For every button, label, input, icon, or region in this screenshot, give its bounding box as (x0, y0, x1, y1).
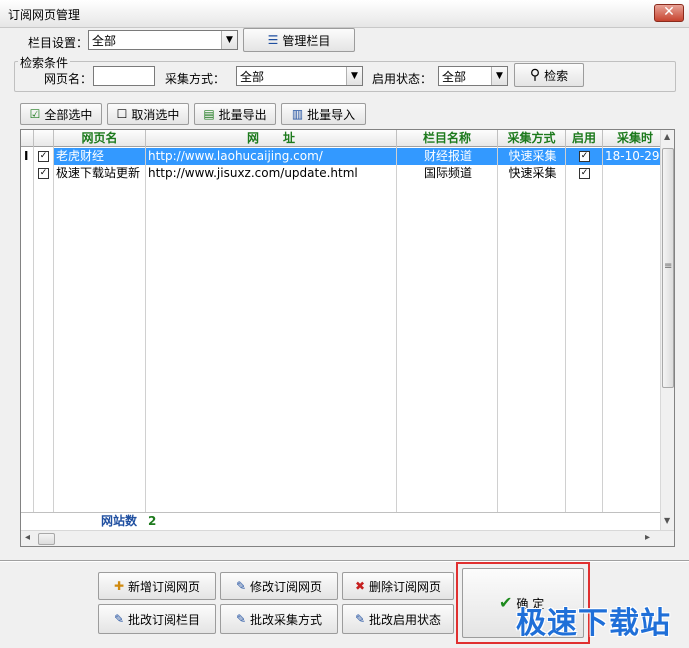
batch-import-label: 批量导入 (307, 107, 356, 122)
header-url[interactable]: 网 址 (146, 130, 397, 147)
header-indicator (21, 130, 34, 147)
search-icon: ⚲ (529, 67, 541, 83)
collect-mode-label: 采集方式： (165, 72, 226, 86)
header-collect-time[interactable]: 采集时 (603, 130, 661, 147)
row-url: http://www.laohucaijing.com/ (146, 148, 396, 165)
subscription-grid[interactable]: 网页名 网 址 栏目名称 采集方式 启用 采集时 I ✓ 老虎财经 http:/… (20, 129, 675, 547)
batch-import-button[interactable]: ▥ 批量导入 (281, 103, 366, 125)
title-bar (0, 0, 689, 28)
list-icon: ☰ (267, 33, 279, 47)
chevron-down-icon: ▼ (491, 67, 507, 85)
header-column-name[interactable]: 栏目名称 (397, 130, 498, 147)
chevron-down-icon: ▼ (346, 67, 362, 85)
row-collect-time: 18-10-29 1 (603, 148, 661, 165)
scroll-up-icon[interactable]: ▲ (664, 132, 670, 141)
column-select-value: 全部 (92, 33, 117, 48)
row-page-name: 老虎财经 (54, 148, 145, 165)
row-checkbox[interactable]: ✓ (38, 151, 49, 162)
edit-page-label: 修改订阅网页 (250, 579, 323, 594)
delete-page-button[interactable]: ✖ 删除订阅网页 (342, 572, 454, 600)
grip-icon: ≡ (664, 261, 673, 272)
row-collect-mode: 快速采集 (508, 166, 557, 180)
header-collect-mode[interactable]: 采集方式 (498, 130, 566, 147)
add-page-icon: ✚ (113, 579, 125, 593)
scroll-left-icon[interactable]: ◂ (25, 532, 30, 543)
horizontal-scroll-thumb[interactable] (38, 533, 55, 545)
deselect-label: 取消选中 (131, 107, 180, 122)
header-enabled[interactable]: 启用 (566, 130, 603, 147)
delete-icon: ✖ (354, 579, 366, 593)
row-collect-mode: 快速采集 (498, 148, 565, 165)
site-count-value: 2 (148, 514, 157, 528)
watermark-logo: 极速下载站 (516, 606, 671, 641)
close-button[interactable]: ✕ (654, 4, 684, 22)
search-group-title: 检索条件 (18, 54, 71, 71)
row-enabled-checkbox[interactable]: ✓ (579, 151, 590, 162)
row-checkbox[interactable]: ✓ (38, 168, 49, 179)
enable-status-select[interactable]: 全部 ▼ (438, 66, 508, 86)
row-column-name: 财经报道 (397, 148, 497, 165)
horizontal-scrollbar[interactable]: ◂ ▸ (21, 530, 674, 546)
enable-status-label: 启用状态： (372, 72, 433, 86)
table-row[interactable]: ✓ 极速下载站更新 http://www.jisuxz.com/update.h… (21, 165, 661, 182)
grid-header: 网页名 网 址 栏目名称 采集方式 启用 采集时 (21, 130, 661, 147)
collect-mode-select[interactable]: 全部 ▼ (236, 66, 363, 86)
site-count-label: 网站数 (100, 514, 137, 528)
vertical-scroll-thumb[interactable]: ≡ (662, 148, 674, 388)
batch-enable-button[interactable]: ✎ 批改启用状态 (342, 604, 454, 634)
batch-export-button[interactable]: ▤ 批量导出 (194, 103, 276, 125)
row-column-name: 国际频道 (423, 166, 472, 180)
batch-mode-label: 批改采集方式 (250, 612, 323, 627)
column-select[interactable]: 全部 ▼ (88, 30, 238, 50)
edit-enable-icon: ✎ (354, 612, 366, 626)
select-all-button[interactable]: ☑ 全部选中 (20, 103, 102, 125)
select-all-label: 全部选中 (44, 107, 93, 122)
row-page-name: 极速下载站更新 (56, 166, 141, 180)
manage-column-label: 管理栏目 (282, 33, 331, 48)
row-enabled-checkbox[interactable]: ✓ (579, 168, 590, 179)
row-url: http://www.jisuxz.com/update.html (148, 166, 358, 180)
row-cursor-icon: I (24, 149, 29, 163)
add-page-button[interactable]: ✚ 新增订阅网页 (98, 572, 216, 600)
deselect-button[interactable]: ☐ 取消选中 (107, 103, 189, 125)
header-check (34, 130, 54, 147)
checkbox-empty-icon: ☐ (116, 107, 128, 121)
manage-column-button[interactable]: ☰ 管理栏目 (243, 28, 355, 52)
search-button[interactable]: ⚲ 检索 (514, 63, 584, 87)
header-page-name[interactable]: 网页名 (54, 130, 146, 147)
table-row[interactable]: I ✓ 老虎财经 http://www.laohucaijing.com/ 财经… (21, 148, 661, 165)
page-name-label: 网页名： (44, 72, 93, 86)
batch-column-label: 批改订阅栏目 (128, 612, 201, 627)
collect-mode-value: 全部 (240, 69, 265, 84)
scroll-down-icon[interactable]: ▼ (664, 516, 670, 525)
batch-enable-label: 批改启用状态 (369, 612, 442, 627)
search-button-label: 检索 (544, 68, 569, 83)
chevron-down-icon: ▼ (221, 31, 237, 49)
edit-mode-icon: ✎ (235, 612, 247, 626)
edit-page-button[interactable]: ✎ 修改订阅网页 (220, 572, 338, 600)
excel-export-icon: ▤ (203, 107, 215, 121)
edit-column-icon: ✎ (113, 612, 125, 626)
scroll-right-icon[interactable]: ▸ (645, 532, 650, 543)
checkbox-checked-icon: ☑ (29, 107, 41, 121)
page-name-input[interactable] (93, 66, 155, 86)
row-collect-time (603, 165, 661, 182)
column-setting-label: 栏目设置： (28, 36, 89, 50)
edit-page-icon: ✎ (235, 579, 247, 593)
grid-footer: 网站数 2 (21, 512, 661, 529)
batch-column-button[interactable]: ✎ 批改订阅栏目 (98, 604, 216, 634)
window-title: 订阅网页管理 (8, 8, 81, 22)
vertical-scrollbar[interactable]: ▲ ≡ ▼ (660, 130, 674, 530)
batch-mode-button[interactable]: ✎ 批改采集方式 (220, 604, 338, 634)
enable-status-value: 全部 (442, 69, 467, 84)
batch-export-label: 批量导出 (218, 107, 267, 122)
import-icon: ▥ (291, 107, 304, 121)
delete-page-label: 删除订阅网页 (369, 579, 442, 594)
checkmark-icon: ✔ (499, 593, 513, 612)
add-page-label: 新增订阅网页 (128, 579, 201, 594)
